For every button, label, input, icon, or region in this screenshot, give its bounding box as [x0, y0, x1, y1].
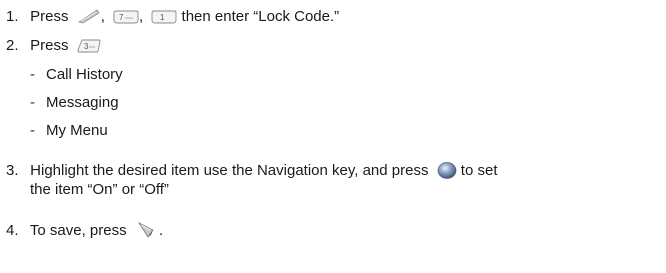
sub-item: - My Menu — [30, 122, 108, 140]
sub-item: - Messaging — [30, 94, 119, 112]
separator: , — [100, 8, 105, 25]
step-text-prefix: Press — [30, 37, 69, 54]
step-3-continuation: the item “On” or “Off” — [30, 181, 169, 199]
left-soft-key-icon — [137, 221, 155, 239]
step-number: 2. — [6, 37, 19, 54]
key-1-icon: 1 — [151, 10, 177, 24]
step-text-suffix: to set — [460, 162, 498, 179]
step-text-prefix: To save, press — [29, 222, 127, 239]
step-number: 3. — [6, 162, 19, 179]
step-text-prefix: Press — [30, 8, 69, 25]
step-1: 1. Press , 7 , 1 then enter “Lock Code.” — [6, 8, 339, 26]
separator: , — [139, 8, 144, 25]
svg-text:1: 1 — [160, 13, 165, 22]
key-3-icon: 3 — [77, 39, 101, 53]
svg-text:3: 3 — [84, 42, 89, 51]
step-number: 4. — [6, 222, 19, 239]
bullet: - — [30, 122, 35, 139]
menu-soft-key-icon — [77, 8, 101, 24]
bullet: - — [30, 66, 35, 83]
step-3: 3. Highlight the desired item use the Na… — [6, 162, 497, 180]
step-4: 4. To save, press . — [6, 221, 163, 240]
key-7-icon: 7 — [113, 10, 139, 24]
step-text-prefix: Highlight the desired item use the Navig… — [30, 162, 429, 179]
step-text-suffix: then enter “Lock Code.” — [181, 8, 340, 25]
step-number: 1. — [6, 8, 19, 25]
bullet: - — [30, 94, 35, 111]
sub-item-label: My Menu — [46, 122, 108, 139]
step-text-line2: the item “On” or “Off” — [30, 181, 169, 198]
sub-item-label: Messaging — [46, 94, 119, 111]
ok-key-icon — [437, 162, 457, 179]
sub-item-label: Call History — [46, 66, 123, 83]
sub-item: - Call History — [30, 66, 123, 84]
step-text-suffix: . — [158, 222, 164, 239]
step-2: 2. Press 3 — [6, 37, 101, 55]
svg-text:7: 7 — [119, 13, 124, 22]
